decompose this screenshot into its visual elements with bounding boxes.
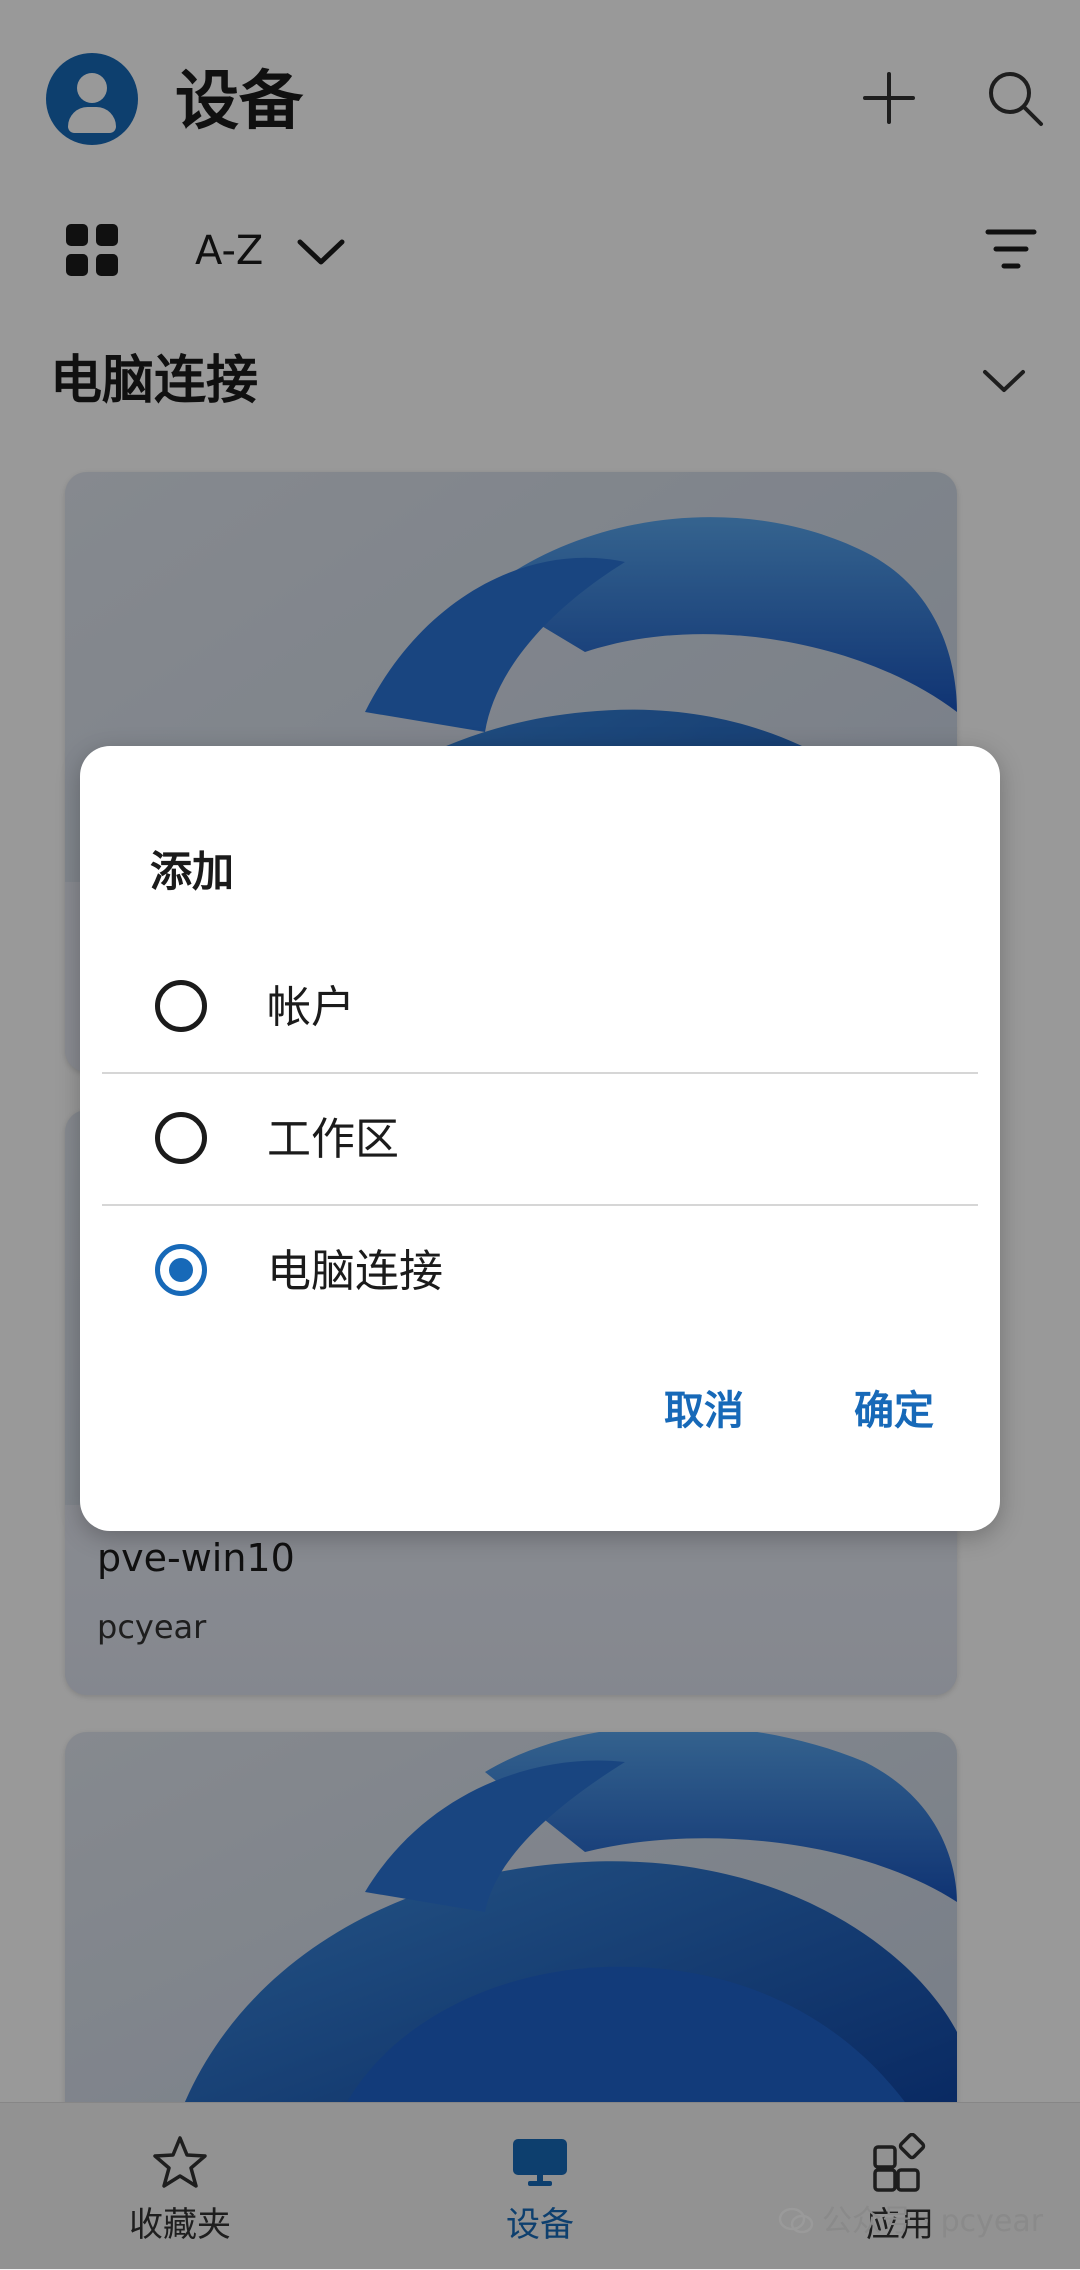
radio-button[interactable] [155,980,207,1032]
dialog-title: 添加 [150,847,235,896]
watermark-text: 公众号 · pcyear [822,2204,1044,2239]
option-label: 电脑连接 [267,1246,443,1297]
wechat-icon [778,2207,814,2234]
option-workspace[interactable]: 工作区 [102,1074,978,1206]
cancel-button[interactable]: 取消 [664,1386,744,1436]
option-pc-connection[interactable]: 电脑连接 [102,1206,978,1338]
radio-button[interactable] [155,1112,207,1164]
add-dialog: 添加 帐户 工作区 电脑连接 取消 确定 [80,746,1000,1531]
option-label: 工作区 [267,1114,399,1165]
option-account[interactable]: 帐户 [102,942,978,1074]
app-screen: 设备 A-Z 电脑连接 pve-win10 pcyear 收藏夹 设备 应用 公… [0,0,1080,2270]
watermark: 公众号 · pcyear [778,2200,1043,2244]
radio-button-selected[interactable] [155,1244,207,1296]
option-label: 帐户 [267,982,355,1033]
ok-button[interactable]: 确定 [854,1386,934,1436]
